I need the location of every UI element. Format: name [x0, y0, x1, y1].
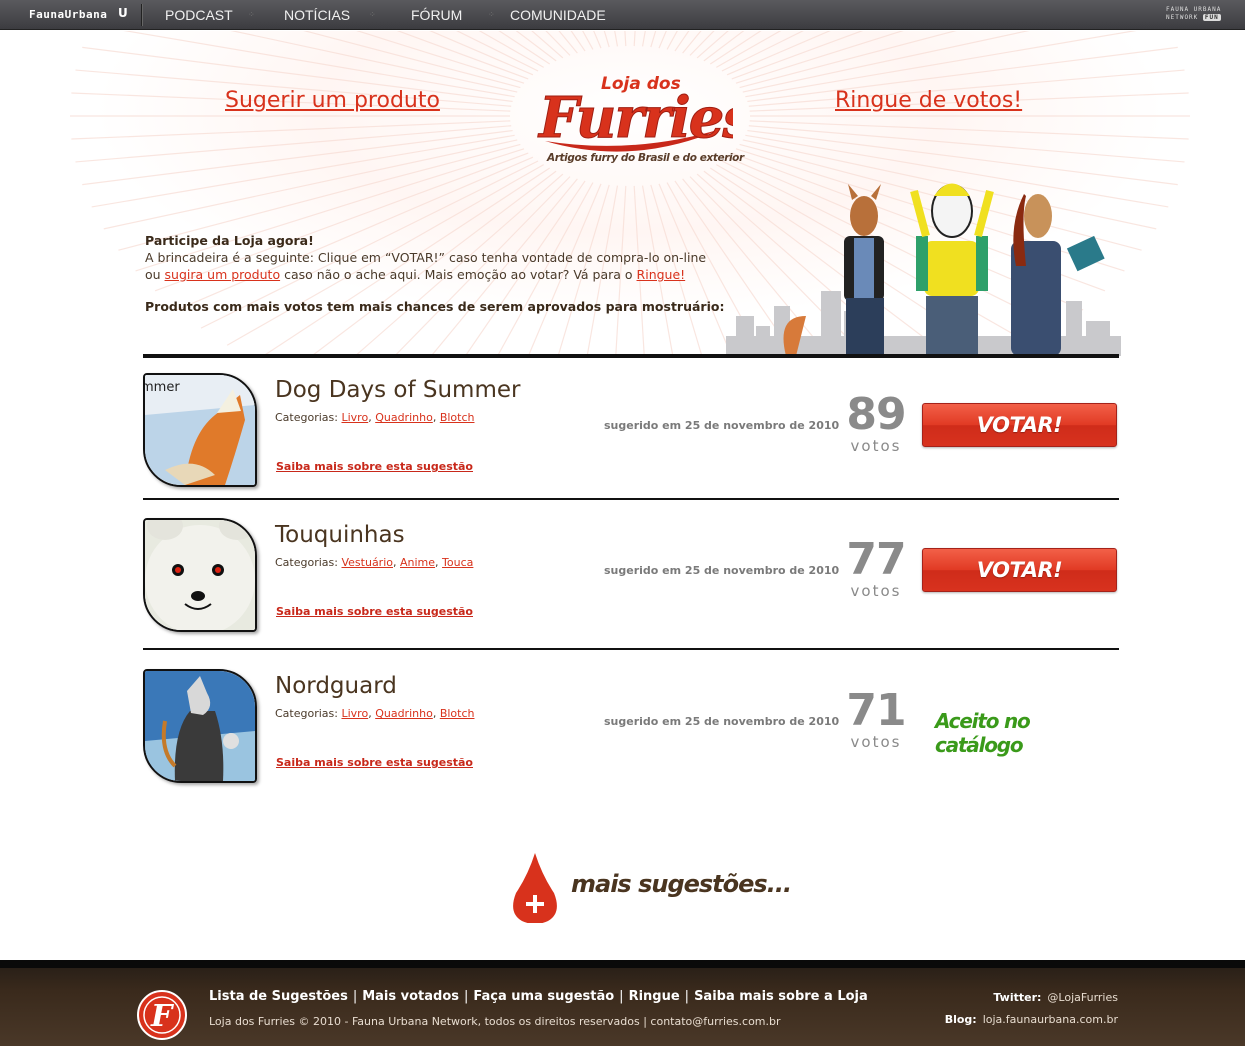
store-header: Sugerir um produto Ringue de votos! Loja… — [0, 31, 1245, 356]
accepted-status: Aceito no catálogo — [935, 709, 1031, 757]
category-link[interactable]: Anime — [400, 556, 435, 569]
nav-divider — [141, 4, 142, 26]
ring-of-votes-link[interactable]: Ringue de votos! — [835, 88, 1022, 113]
footer-links: Lista de Sugestões | Mais votados | Faça uma… — [209, 989, 868, 1004]
blood-drop-plus-icon — [513, 853, 557, 923]
product-categories: Categorias: Livro, Quadrinho, Blotch — [275, 411, 475, 424]
intro-ring-link[interactable]: Ringue! — [637, 267, 686, 282]
product-title[interactable]: Touquinhas — [275, 522, 405, 548]
twitter-label: Twitter: — [993, 991, 1042, 1004]
logo-f-icon[interactable]: F — [137, 990, 187, 1040]
footer-twitter: Twitter: @LojaFurries — [993, 991, 1118, 1004]
network-label-line2: NETWORK — [1166, 14, 1199, 21]
product-row: Nordguard Categorias: Livro, Quadrinho, … — [143, 669, 1119, 794]
category-link[interactable]: Livro — [341, 411, 368, 424]
category-link[interactable]: Livro — [341, 707, 368, 720]
intro-title: Participe da Loja agora! — [145, 233, 314, 248]
intro-line2-middle: caso não o ache aqui. Mais emoção ao vot… — [280, 267, 637, 282]
product-row: mmer Dog Days of Summer Categorias: Livr… — [143, 373, 1119, 498]
store-logo[interactable]: Loja dos Furries — [533, 49, 756, 169]
product-more-link[interactable]: Saiba mais sobre esta sugestão — [276, 756, 473, 769]
intro-text: Participe da Loja agora! A brincadeira é… — [145, 232, 725, 314]
product-date: sugerido em 25 de novembro de 2010 — [604, 419, 840, 432]
vote-count-label: votos — [850, 582, 902, 600]
categories-label: Categorias: — [275, 411, 338, 424]
nav-noticias[interactable]: NOTÍCIAS — [284, 7, 350, 23]
vote-button[interactable]: VOTAR! — [922, 548, 1117, 592]
vote-count-label: votos — [850, 733, 902, 751]
product-title[interactable]: Nordguard — [275, 673, 397, 699]
product-thumbnail[interactable] — [143, 518, 257, 632]
nav-dot-divider: ⁘ — [488, 10, 495, 19]
nav-dot-divider: ⁘ — [248, 10, 255, 19]
nav-dot-divider: ⁘ — [369, 10, 376, 19]
categories-label: Categorias: — [275, 556, 338, 569]
product-more-link[interactable]: Saiba mais sobre esta sugestão — [276, 460, 473, 473]
page-footer: F Lista de Sugestões | Mais votados | Faça u… — [0, 960, 1245, 1046]
vote-count: 89 — [846, 389, 906, 440]
mascots-illustration — [726, 183, 1121, 356]
list-top-divider — [143, 354, 1119, 358]
list-divider — [143, 648, 1119, 650]
intro-line2-prefix: ou — [145, 267, 165, 282]
network-label-line1: FAUNA URBANA — [1166, 6, 1222, 13]
footer-link-suggestions[interactable]: Lista de Sugestões — [209, 989, 348, 1004]
footer-link-make-suggestion[interactable]: Faça uma sugestão — [473, 989, 614, 1004]
blog-label: Blog: — [944, 1013, 977, 1026]
more-suggestions-button[interactable]: mais sugestões... — [512, 853, 802, 925]
product-thumbnail[interactable] — [143, 669, 257, 783]
category-link[interactable]: Blotch — [440, 707, 475, 720]
list-divider — [143, 498, 1119, 500]
intro-line1: A brincadeira é a seguinte: Clique em “V… — [145, 250, 707, 265]
footer-blog: Blog: loja.faunaurbana.com.br — [945, 1013, 1118, 1026]
category-link[interactable]: Vestuário — [341, 556, 393, 569]
top-navigation-bar: FaunaUrbana U PODCAST ⁘ NOTÍCIAS ⁘ FÓRUM… — [0, 0, 1245, 30]
network-badge[interactable]: FAUNA URBANA NETWORK FUN — [1166, 6, 1221, 22]
footer-link-about[interactable]: Saiba mais sobre a Loja — [694, 989, 868, 1004]
suggest-product-link[interactable]: Sugerir um produto — [225, 88, 440, 113]
categories-label: Categorias: — [275, 707, 338, 720]
nav-forum[interactable]: FÓRUM — [411, 7, 462, 23]
store-tagline: Artigos furry do Brasil e do exterior — [547, 152, 744, 164]
logo-big-text: Furries — [537, 85, 733, 151]
category-link[interactable]: Quadrinho — [375, 411, 433, 424]
nav-comunidade[interactable]: COMUNIDADE — [510, 7, 606, 23]
twitter-link[interactable]: @LojaFurries — [1047, 991, 1118, 1004]
product-categories: Categorias: Livro, Quadrinho, Blotch — [275, 707, 475, 720]
footer-copyright: Loja dos Furries © 2010 - Fauna Urbana N… — [209, 1015, 781, 1028]
vote-count-label: votos — [850, 437, 902, 455]
vote-count: 71 — [846, 685, 906, 736]
product-title[interactable]: Dog Days of Summer — [275, 377, 520, 403]
category-link[interactable]: Blotch — [440, 411, 475, 424]
intro-approval-note: Produtos com mais votos tem mais chances… — [145, 299, 725, 314]
intro-suggest-link[interactable]: sugira um produto — [165, 267, 281, 282]
product-categories: Categorias: Vestuário, Anime, Touca — [275, 556, 474, 569]
network-fun-badge: FUN — [1202, 14, 1221, 21]
product-date: sugerido em 25 de novembro de 2010 — [604, 715, 840, 728]
product-date: sugerido em 25 de novembro de 2010 — [604, 564, 840, 577]
network-brand-mark-icon[interactable]: U — [118, 6, 128, 20]
category-link[interactable]: Quadrinho — [375, 707, 433, 720]
vote-count: 77 — [846, 534, 906, 585]
category-link[interactable]: Touca — [442, 556, 473, 569]
nav-podcast[interactable]: PODCAST — [165, 7, 233, 23]
footer-link-ring[interactable]: Ringue — [629, 989, 680, 1004]
product-row: Touquinhas Categorias: Vestuário, Anime,… — [143, 518, 1119, 643]
more-suggestions-label: mais sugestões... — [571, 870, 792, 898]
network-brand-logo[interactable]: FaunaUrbana — [29, 8, 107, 21]
svg-text:F: F — [150, 999, 175, 1034]
product-more-link[interactable]: Saiba mais sobre esta sugestão — [276, 605, 473, 618]
footer-link-most-voted[interactable]: Mais votados — [362, 989, 459, 1004]
blog-link[interactable]: loja.faunaurbana.com.br — [983, 1013, 1118, 1026]
vote-button[interactable]: VOTAR! — [922, 403, 1117, 447]
svg-text:mmer: mmer — [145, 380, 180, 395]
product-thumbnail[interactable]: mmer — [143, 373, 257, 487]
